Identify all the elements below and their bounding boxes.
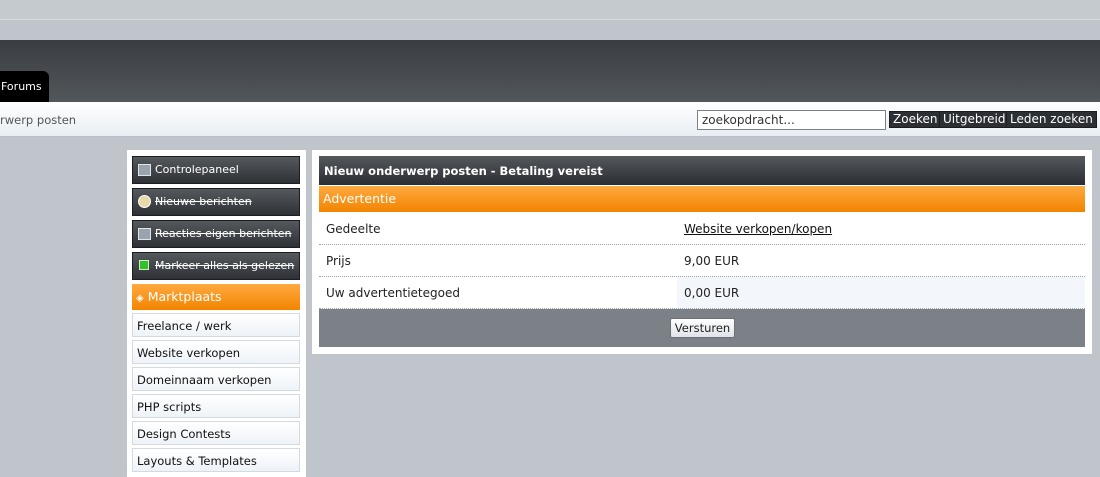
site-header: Forums [0, 40, 1100, 102]
top-strip [0, 0, 1100, 20]
clock-icon [138, 195, 151, 208]
control-panel-icon [138, 164, 151, 176]
row-value: 9,00 EUR [684, 254, 740, 268]
sidebar-item-mark-read[interactable]: Markeer alles als gelezen [132, 252, 300, 280]
row-label: Uw advertentietegoed [326, 286, 460, 300]
row-value: Website verkopen/kopen [684, 222, 832, 236]
navbar: rwerp posten Zoeken Uitgebreid Leden zoe… [0, 102, 1100, 137]
main-panel: Nieuw onderwerp posten - Betaling vereis… [312, 150, 1092, 354]
page-title: Nieuw onderwerp posten - Betaling vereis… [319, 156, 1085, 185]
row-label: Gedeelte [326, 222, 381, 236]
sidebar-item-label: Controlepaneel [155, 163, 239, 176]
section-link[interactable]: Website verkopen/kopen [684, 222, 832, 236]
sidebar: Controlepaneel Nieuwe berichten Reacties… [127, 150, 306, 477]
sidebar-item-domeinnaam[interactable]: Domeinnaam verkopen [132, 367, 300, 391]
table-row: Prijs 9,00 EUR [319, 245, 1085, 277]
sidebar-item-new-posts[interactable]: Nieuwe berichten [132, 188, 300, 216]
table-row: Uw advertentietegoed 0,00 EUR [319, 277, 1085, 309]
breadcrumb: rwerp posten [0, 113, 77, 127]
mark-read-icon [139, 260, 149, 270]
sidebar-item-php-scripts[interactable]: PHP scripts [132, 394, 300, 418]
diamond-icon: ◈ [136, 293, 144, 304]
form-footer: Versturen [319, 309, 1085, 347]
row-value: 0,00 EUR [684, 286, 740, 300]
row-label: Prijs [326, 254, 351, 268]
sidebar-item-website-verkopen[interactable]: Website verkopen [132, 340, 300, 364]
tab-forums[interactable]: Forums [0, 71, 49, 102]
marketplace-label: Marktplaats [147, 289, 222, 304]
sidebar-item-label: Markeer alles als gelezen [155, 259, 295, 272]
sidebar-item-layouts-templates[interactable]: Layouts & Templates [132, 448, 300, 472]
sidebar-item-design-contests[interactable]: Design Contests [132, 421, 300, 445]
sidebar-item-label: Nieuwe berichten [155, 195, 252, 208]
section-header: Advertentie [319, 186, 1085, 212]
table-row: Gedeelte Website verkopen/kopen [319, 213, 1085, 245]
member-search-button[interactable]: Leden zoeken [1006, 111, 1097, 128]
sidebar-item-control-panel[interactable]: Controlepaneel [132, 156, 300, 184]
search-input[interactable] [697, 110, 886, 130]
marketplace-header: ◈ Marktplaats [132, 284, 300, 310]
replies-icon [138, 228, 151, 240]
advanced-search-button[interactable]: Uitgebreid [939, 111, 1010, 128]
sidebar-item-freelance[interactable]: Freelance / werk [132, 313, 300, 337]
search-button[interactable]: Zoeken [889, 111, 942, 128]
sidebar-item-label: Reacties eigen berichten [155, 227, 292, 240]
sidebar-item-replies[interactable]: Reacties eigen berichten [132, 220, 300, 248]
submit-button[interactable]: Versturen [670, 318, 735, 338]
top-gap [0, 21, 1100, 40]
